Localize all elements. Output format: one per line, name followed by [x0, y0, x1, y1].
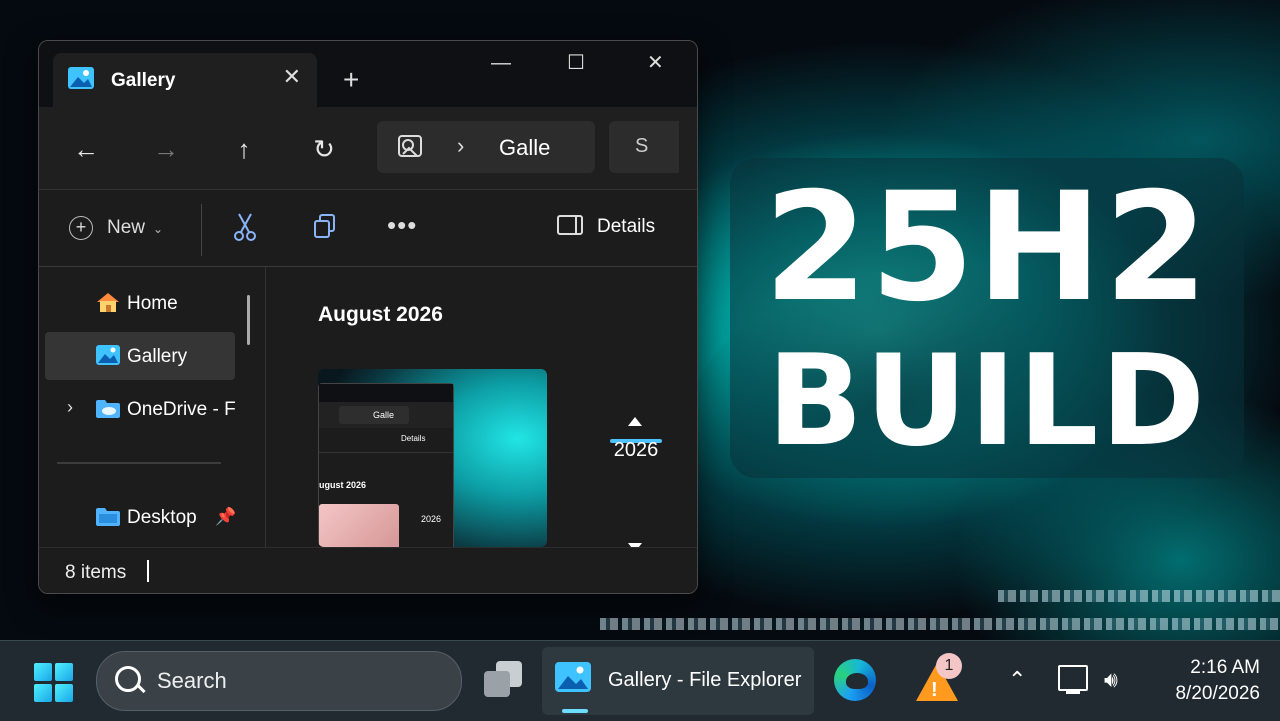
close-button[interactable]: ✕ [647, 51, 664, 75]
tab-gallery[interactable]: Gallery ✕ [53, 53, 317, 107]
search-input[interactable]: S [609, 121, 679, 173]
clock-date: 8/20/2026 [1175, 683, 1260, 704]
command-separator [201, 204, 202, 256]
chevron-up-icon[interactable]: ⌃ [1008, 667, 1026, 693]
tab-close-button[interactable]: ✕ [283, 65, 301, 89]
thumbnail-navbar: Galle [319, 402, 453, 428]
navigation-pane: Home Gallery › OneDrive - F Desktop 📌 [39, 267, 266, 547]
refresh-button[interactable]: ↻ [309, 135, 339, 165]
maximize-button[interactable]: ☐ [567, 51, 585, 75]
blurred-text-strip [998, 590, 1280, 602]
windows-logo-icon [55, 663, 73, 681]
thumbnail-titlebar [319, 384, 453, 402]
windows-logo-icon [34, 684, 52, 702]
taskbar: Search Gallery - File Explorer ! 1 ⌃ 🔊︎ … [0, 640, 1280, 721]
windows-logo-icon [34, 663, 52, 681]
status-bar: 8 items [39, 547, 697, 593]
details-button[interactable]: Details [557, 214, 656, 238]
edge-icon[interactable] [834, 659, 876, 701]
cut-icon[interactable] [231, 212, 259, 242]
gallery-icon [555, 662, 591, 692]
item-count: 8 items [65, 562, 127, 583]
plus-icon: + [69, 216, 93, 240]
start-button[interactable] [34, 663, 74, 703]
details-pane-icon [557, 214, 583, 235]
gallery-thumbnail[interactable]: Galle Details ugust 2026 2026 [318, 369, 547, 547]
thumbnail-picture [319, 504, 399, 547]
thumbnail-window: Galle Details ugust 2026 2026 [318, 383, 454, 547]
sidebar-divider [57, 462, 221, 464]
clock[interactable]: 2:16 AM 8/20/2026 [1148, 655, 1260, 707]
file-explorer-window: Gallery ✕ + — ☐ ✕ ← → ↑ ↻ › Galle S + New… [38, 40, 698, 594]
back-button[interactable]: ← [71, 135, 101, 165]
pin-icon[interactable]: 📌 [215, 507, 236, 527]
chevron-right-icon: › [457, 133, 465, 158]
sidebar-item-onedrive[interactable]: › OneDrive - F [45, 385, 236, 433]
sidebar-item-label: OneDrive - F [127, 399, 236, 420]
app-label: Gallery - File Explorer [608, 669, 802, 691]
title-card: 25H2 BUILD [730, 158, 1244, 478]
new-tab-button[interactable]: + [343, 66, 359, 94]
command-bar: + New ⌄ ••• Details [39, 190, 697, 267]
copy-icon[interactable] [311, 212, 339, 242]
forward-button[interactable]: → [151, 135, 181, 165]
sidebar-scrollbar[interactable] [247, 295, 250, 345]
clock-time: 2:16 AM [1190, 657, 1260, 678]
timeline-year[interactable]: 2026 [608, 439, 664, 462]
search-label: Search [157, 668, 227, 693]
minimize-button[interactable]: — [491, 51, 511, 75]
task-view-icon [484, 671, 510, 697]
search-icon [115, 666, 141, 692]
blurred-text-strip [600, 618, 1280, 630]
address-bar[interactable]: › Galle [377, 121, 595, 173]
warning-mark: ! [931, 679, 938, 701]
new-label: New [107, 217, 146, 239]
details-label: Details [597, 216, 656, 237]
thumbnail-year: 2026 [421, 514, 442, 524]
volume-icon[interactable]: 🔊︎ [1104, 667, 1118, 693]
notification-badge: 1 [936, 653, 962, 679]
chevron-down-icon: ⌄ [153, 222, 164, 237]
chevron-right-icon[interactable]: › [67, 397, 73, 418]
thumbnail-address: Galle [339, 406, 409, 424]
thumbnail-commandbar: Details [319, 428, 453, 453]
taskbar-search[interactable]: Search [96, 651, 462, 711]
gallery-icon [96, 345, 120, 365]
sidebar-item-gallery[interactable]: Gallery [45, 332, 235, 380]
navigation-bar: ← → ↑ ↻ › Galle S [39, 107, 697, 190]
sidebar-item-label: Desktop [127, 507, 197, 528]
taskbar-app-file-explorer[interactable]: Gallery - File Explorer [542, 647, 814, 715]
windows-logo-icon [55, 684, 73, 702]
tab-title: Gallery [111, 70, 176, 91]
title-bar[interactable]: Gallery ✕ + — ☐ ✕ [39, 41, 697, 107]
month-heading: August 2026 [318, 303, 443, 326]
active-indicator [562, 709, 588, 713]
sidebar-item-label: Gallery [127, 346, 188, 367]
task-view-button[interactable] [482, 661, 524, 699]
desktop-folder-icon [96, 508, 120, 526]
address-text: Galle [499, 135, 551, 160]
sidebar-item-desktop[interactable]: Desktop 📌 [45, 493, 236, 541]
sidebar-item-label: Home [127, 293, 178, 314]
gallery-icon [398, 135, 422, 157]
title-line-2: BUILD [766, 327, 1208, 474]
gallery-icon [68, 67, 94, 89]
home-icon [97, 293, 119, 312]
sidebar-item-home[interactable]: Home [45, 279, 235, 327]
timeline-up-icon[interactable] [628, 417, 642, 426]
thumbnail-month: ugust 2026 [319, 480, 367, 490]
new-button[interactable]: + New ⌄ [69, 216, 163, 240]
title-line-1: 25H2 [763, 161, 1211, 335]
search-partial-text: S [635, 135, 649, 157]
onedrive-folder-icon [96, 400, 120, 418]
status-separator [147, 560, 149, 582]
network-icon[interactable] [1058, 665, 1088, 694]
more-options-icon[interactable]: ••• [387, 210, 417, 241]
thumbnail-details: Details [401, 434, 426, 443]
gallery-content: August 2026 Galle Details ugust 2026 202… [266, 267, 697, 552]
up-button[interactable]: ↑ [229, 135, 259, 165]
